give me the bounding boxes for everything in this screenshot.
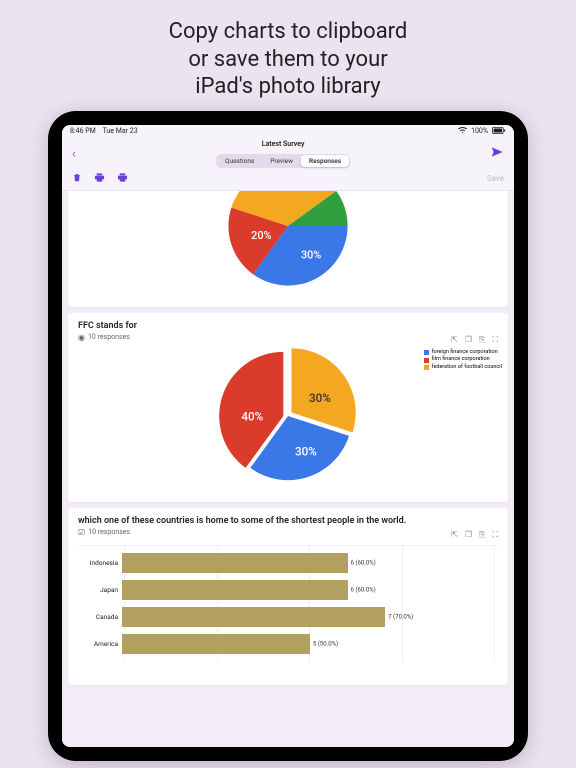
- print-icon[interactable]: [94, 172, 105, 186]
- bar-row: Japan6 (60.0%): [78, 578, 498, 602]
- export-icon[interactable]: ⇱: [451, 530, 458, 540]
- status-date: Tue Mar 23: [103, 127, 138, 135]
- response-count-3: ☑ 10 responses: [78, 528, 498, 537]
- chart-card-1: 20% 30%: [68, 191, 508, 307]
- toolbar: Save: [62, 170, 514, 191]
- bar-value-label: 6 (60.0%): [351, 559, 376, 566]
- bar-chart-3: Indonesia6 (60.0%)Japan6 (60.0%)Canada7 …: [78, 545, 498, 675]
- tab-preview[interactable]: Preview: [262, 155, 301, 167]
- printer-icon[interactable]: [117, 172, 128, 186]
- bar-category: Japan: [78, 586, 122, 594]
- promo-headline: Copy charts to clipboard or save them to…: [0, 0, 576, 111]
- ipad-frame: 8:46 PM Tue Mar 23 100% ‹ Latest Survey: [48, 111, 528, 761]
- question-title-2: FFC stands for: [78, 321, 498, 331]
- bar-track: 5 (50.0%): [122, 634, 498, 654]
- bar-row: America5 (50.0%): [78, 632, 498, 656]
- save-button[interactable]: Save: [487, 174, 504, 183]
- bar-fill: 5 (50.0%): [122, 634, 310, 654]
- question-title-3: which one of these countries is home to …: [78, 516, 498, 526]
- battery-percent: 100%: [471, 127, 488, 135]
- bar-row: Canada7 (70.0%): [78, 605, 498, 629]
- pie-chart-2: 30% 30% 40%: [78, 342, 498, 492]
- radio-indicator-icon: ◉: [78, 333, 85, 342]
- send-button[interactable]: [490, 145, 504, 162]
- bar-category: Canada: [78, 613, 122, 621]
- pie2-label-orange: 30%: [309, 391, 331, 405]
- checkbox-indicator-icon: ☑: [78, 528, 85, 537]
- tab-questions[interactable]: Questions: [217, 155, 262, 167]
- battery-icon: [492, 127, 506, 136]
- clipboard-icon[interactable]: ⎘: [479, 530, 485, 540]
- bar-track: 6 (60.0%): [122, 553, 498, 573]
- bar-value-label: 7 (70.0%): [388, 613, 413, 620]
- pie2-label-blue: 30%: [295, 444, 317, 458]
- bar-category: America: [78, 640, 122, 648]
- bar-track: 7 (70.0%): [122, 607, 498, 627]
- bar-track: 6 (60.0%): [122, 580, 498, 600]
- bar-category: Indonesia: [78, 559, 122, 567]
- bar-value-label: 5 (50.0%): [313, 640, 338, 647]
- pie1-label-red: 20%: [251, 229, 271, 242]
- status-time: 8:46 PM: [70, 127, 96, 135]
- copy-icon[interactable]: ❐: [465, 530, 472, 540]
- bar-fill: 6 (60.0%): [122, 553, 348, 573]
- pie1-label-blue: 30%: [301, 248, 321, 261]
- expand-icon[interactable]: ⛶: [492, 530, 498, 540]
- page-title: Latest Survey: [76, 140, 490, 148]
- segmented-control[interactable]: Questions Preview Responses: [216, 154, 350, 168]
- bar-value-label: 6 (60.0%): [351, 586, 376, 593]
- pie2-label-red: 40%: [241, 409, 263, 423]
- bar-row: Indonesia6 (60.0%): [78, 551, 498, 575]
- status-bar: 8:46 PM Tue Mar 23 100%: [62, 125, 514, 138]
- top-nav: ‹ Latest Survey Questions Preview Respon…: [62, 138, 514, 170]
- chart-card-2: FFC stands for ◉ 10 responses ⇱ ❐ ⎘ ⛶ fo…: [68, 313, 508, 502]
- response-count-2: ◉ 10 responses: [78, 333, 498, 342]
- chart-card-3: which one of these countries is home to …: [68, 508, 508, 685]
- content-scroll[interactable]: 20% 30% FFC stands for ◉ 10 responses ⇱ …: [62, 191, 514, 747]
- ipad-screen: 8:46 PM Tue Mar 23 100% ‹ Latest Survey: [62, 125, 514, 747]
- bar-fill: 7 (70.0%): [122, 607, 385, 627]
- bar-fill: 6 (60.0%): [122, 580, 348, 600]
- tab-responses[interactable]: Responses: [301, 155, 349, 167]
- pie-chart-1: 20% 30%: [78, 191, 498, 297]
- wifi-icon: [458, 127, 467, 136]
- trash-icon[interactable]: [72, 172, 82, 186]
